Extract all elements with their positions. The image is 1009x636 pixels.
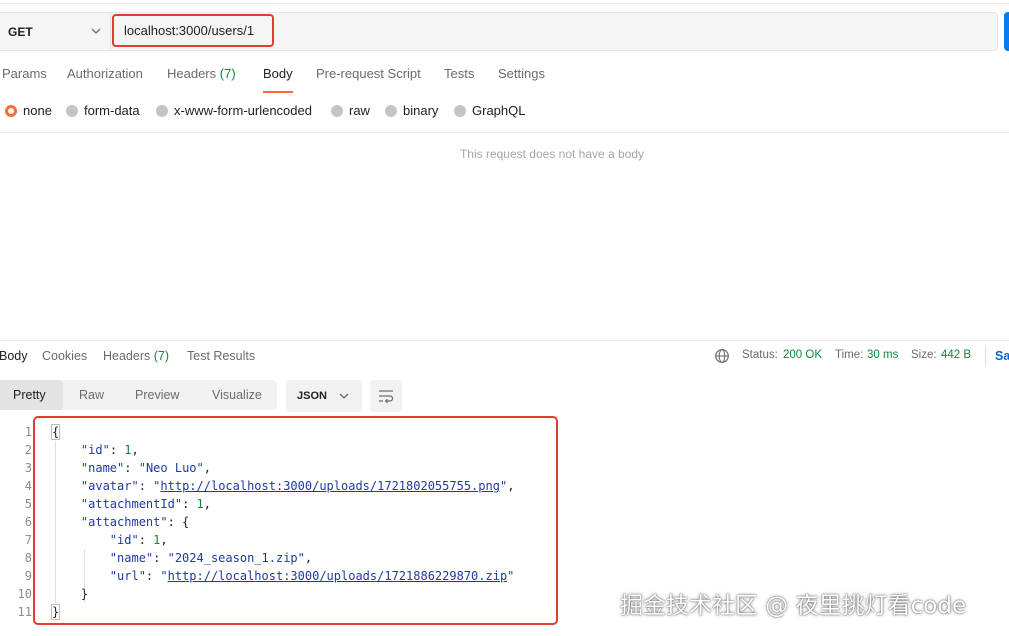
radio-icon bbox=[156, 104, 168, 117]
radio-none[interactable]: none bbox=[5, 103, 52, 118]
tab-test-results[interactable]: Test Results bbox=[187, 349, 255, 363]
tab-headers[interactable]: Headers (7) bbox=[167, 66, 236, 81]
url-input[interactable]: localhost:3000/users/1 bbox=[112, 14, 274, 47]
request-bar: GET localhost:3000/users/1 bbox=[0, 12, 998, 51]
code-line: "id": 1, bbox=[109, 533, 168, 547]
tab-response-headers[interactable]: Headers (7) bbox=[103, 349, 169, 363]
method-divider bbox=[110, 13, 111, 50]
line-number: 1 bbox=[24, 425, 32, 439]
size-label: Size: bbox=[911, 349, 937, 361]
radio-form-data[interactable]: form-data bbox=[66, 103, 140, 118]
code-line: "url": "http://localhost:3000/uploads/17… bbox=[109, 569, 515, 583]
tab-cookies[interactable]: Cookies bbox=[42, 349, 87, 363]
response-code-viewer[interactable]: 1 2 3 4 5 6 7 8 9 10 11 { "id": 1, "name… bbox=[0, 416, 560, 626]
code-line: { bbox=[50, 424, 61, 440]
tab-authorization[interactable]: Authorization bbox=[67, 66, 143, 81]
attachment-url-link[interactable]: http://localhost:3000/uploads/1721886229… bbox=[168, 569, 508, 583]
avatar-link[interactable]: http://localhost:3000/uploads/1721802055… bbox=[160, 479, 500, 493]
empty-body-message: This request does not have a body bbox=[459, 147, 645, 161]
send-button[interactable] bbox=[1004, 12, 1009, 51]
divider bbox=[0, 132, 1009, 133]
line-number: 9 bbox=[24, 569, 32, 583]
radio-binary[interactable]: binary bbox=[385, 103, 438, 118]
url-value: localhost:3000/users/1 bbox=[124, 23, 255, 38]
tab-settings[interactable]: Settings bbox=[498, 66, 545, 81]
code-line: "name": "Neo Luo", bbox=[80, 461, 211, 475]
tab-body[interactable]: Body bbox=[263, 66, 293, 93]
wrap-lines-icon bbox=[379, 390, 394, 404]
tab-response-body[interactable]: Body bbox=[0, 349, 28, 363]
radio-icon bbox=[454, 104, 466, 117]
tab-pre-request-script[interactable]: Pre-request Script bbox=[316, 66, 421, 81]
line-number: 6 bbox=[24, 515, 32, 529]
chevron-down-icon bbox=[91, 28, 101, 34]
format-label: JSON bbox=[297, 390, 327, 402]
divider bbox=[985, 346, 986, 366]
divider bbox=[0, 340, 1009, 341]
view-preview[interactable]: Preview bbox=[135, 380, 179, 410]
time-value[interactable]: 30 ms bbox=[867, 349, 898, 361]
line-number: 3 bbox=[24, 461, 32, 475]
code-line: "avatar": "http://localhost:3000/uploads… bbox=[80, 479, 515, 493]
format-select[interactable]: JSON bbox=[286, 380, 362, 412]
view-visualize[interactable]: Visualize bbox=[212, 380, 262, 410]
chevron-down-icon bbox=[339, 393, 349, 399]
radio-graphql[interactable]: GraphQL bbox=[454, 103, 525, 118]
radio-selected-icon bbox=[5, 104, 17, 117]
time-label: Time: bbox=[835, 349, 864, 361]
radio-icon bbox=[385, 104, 397, 117]
code-line: "name": "2024_season_1.zip", bbox=[109, 551, 313, 565]
globe-icon[interactable] bbox=[714, 348, 730, 364]
radio-x-www-form-urlencoded[interactable]: x-www-form-urlencoded bbox=[156, 103, 312, 118]
radio-icon bbox=[66, 104, 78, 117]
method-label: GET bbox=[8, 24, 33, 39]
tab-params[interactable]: Params bbox=[2, 66, 47, 81]
line-number: 5 bbox=[24, 497, 32, 511]
size-value[interactable]: 442 B bbox=[941, 349, 971, 361]
status-label: Status: bbox=[742, 349, 778, 361]
code-line: "attachmentId": 1, bbox=[80, 497, 211, 511]
save-response-button[interactable]: Sa bbox=[995, 349, 1009, 363]
view-mode-group: Pretty Raw Preview Visualize bbox=[0, 380, 277, 410]
line-number: 8 bbox=[24, 551, 32, 565]
tab-tests[interactable]: Tests bbox=[444, 66, 474, 81]
top-divider bbox=[0, 0, 1009, 4]
radio-icon bbox=[331, 104, 343, 117]
code-line: } bbox=[52, 587, 89, 601]
watermark: 掘金技术社区 @ 夜里挑灯看code bbox=[620, 593, 967, 619]
wrap-lines-button[interactable] bbox=[370, 380, 402, 412]
code-line: "attachment": { bbox=[80, 515, 190, 529]
line-number: 11 bbox=[17, 605, 32, 619]
line-number: 10 bbox=[17, 587, 32, 601]
radio-raw[interactable]: raw bbox=[331, 103, 370, 118]
method-select[interactable]: GET bbox=[0, 13, 110, 50]
code-line: } bbox=[50, 604, 61, 620]
status-value[interactable]: 200 OK bbox=[783, 349, 822, 361]
code-line: "id": 1, bbox=[80, 443, 139, 457]
line-number: 7 bbox=[24, 533, 32, 547]
view-raw[interactable]: Raw bbox=[79, 380, 104, 410]
line-number: 4 bbox=[24, 479, 32, 493]
view-pretty[interactable]: Pretty bbox=[0, 380, 63, 410]
line-number: 2 bbox=[24, 443, 32, 457]
